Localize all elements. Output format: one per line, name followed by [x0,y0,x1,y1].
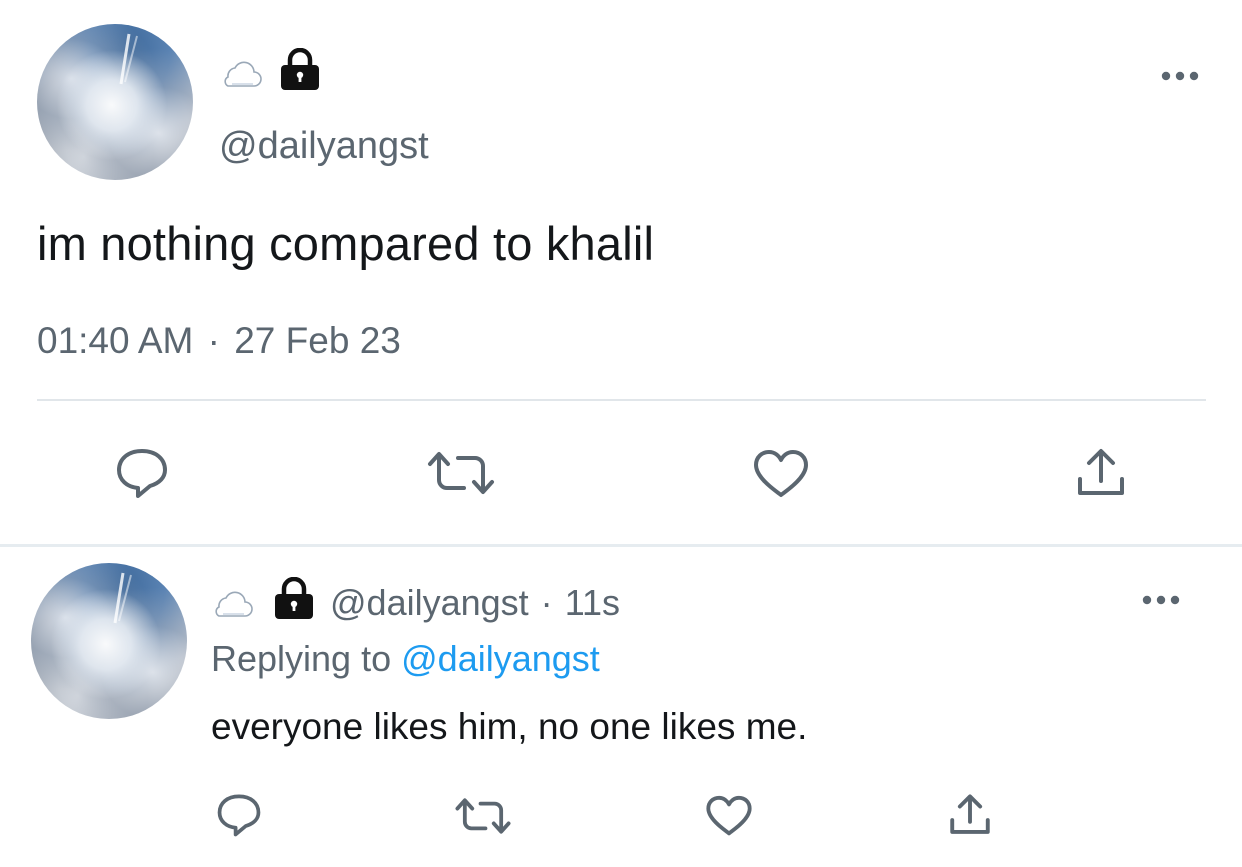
reply-text: everyone likes him, no one likes me. [211,706,808,747]
reply-age[interactable]: 11s [565,582,620,623]
more-icon[interactable] [1161,70,1199,82]
divider [37,399,1206,401]
heart-icon[interactable] [752,449,810,499]
header-separator: · [540,582,553,623]
mention-link[interactable]: @dailyangst [401,638,600,679]
comment-icon[interactable] [215,793,263,837]
timestamp-separator: · [207,320,220,361]
tweet-time: 01:40 AM [37,320,194,361]
tweet-timestamp[interactable]: 01:40 AM · 27 Feb 23 [37,320,401,362]
section-separator [0,544,1242,547]
tweet-text: im nothing compared to khalil [37,217,655,270]
cloud-icon [211,590,253,618]
user-handle[interactable]: @dailyangst [330,582,529,623]
retweet-icon[interactable] [426,450,496,496]
share-icon[interactable] [1075,447,1127,499]
lock-icon [273,577,315,621]
user-handle[interactable]: @dailyangst [219,125,429,168]
cloud-icon [220,60,262,88]
avatar[interactable] [37,24,193,180]
replying-to: Replying to @dailyangst [211,638,600,680]
tweet-date: 27 Feb 23 [234,320,401,361]
lock-icon [279,48,321,92]
more-icon[interactable] [1142,594,1180,606]
comment-icon[interactable] [114,447,170,499]
replying-label: Replying to [211,638,392,679]
avatar[interactable] [31,563,187,719]
share-icon[interactable] [948,793,992,837]
reply-header: @dailyangst · 11s [330,582,620,624]
retweet-icon[interactable] [454,797,512,835]
heart-icon[interactable] [705,795,753,837]
